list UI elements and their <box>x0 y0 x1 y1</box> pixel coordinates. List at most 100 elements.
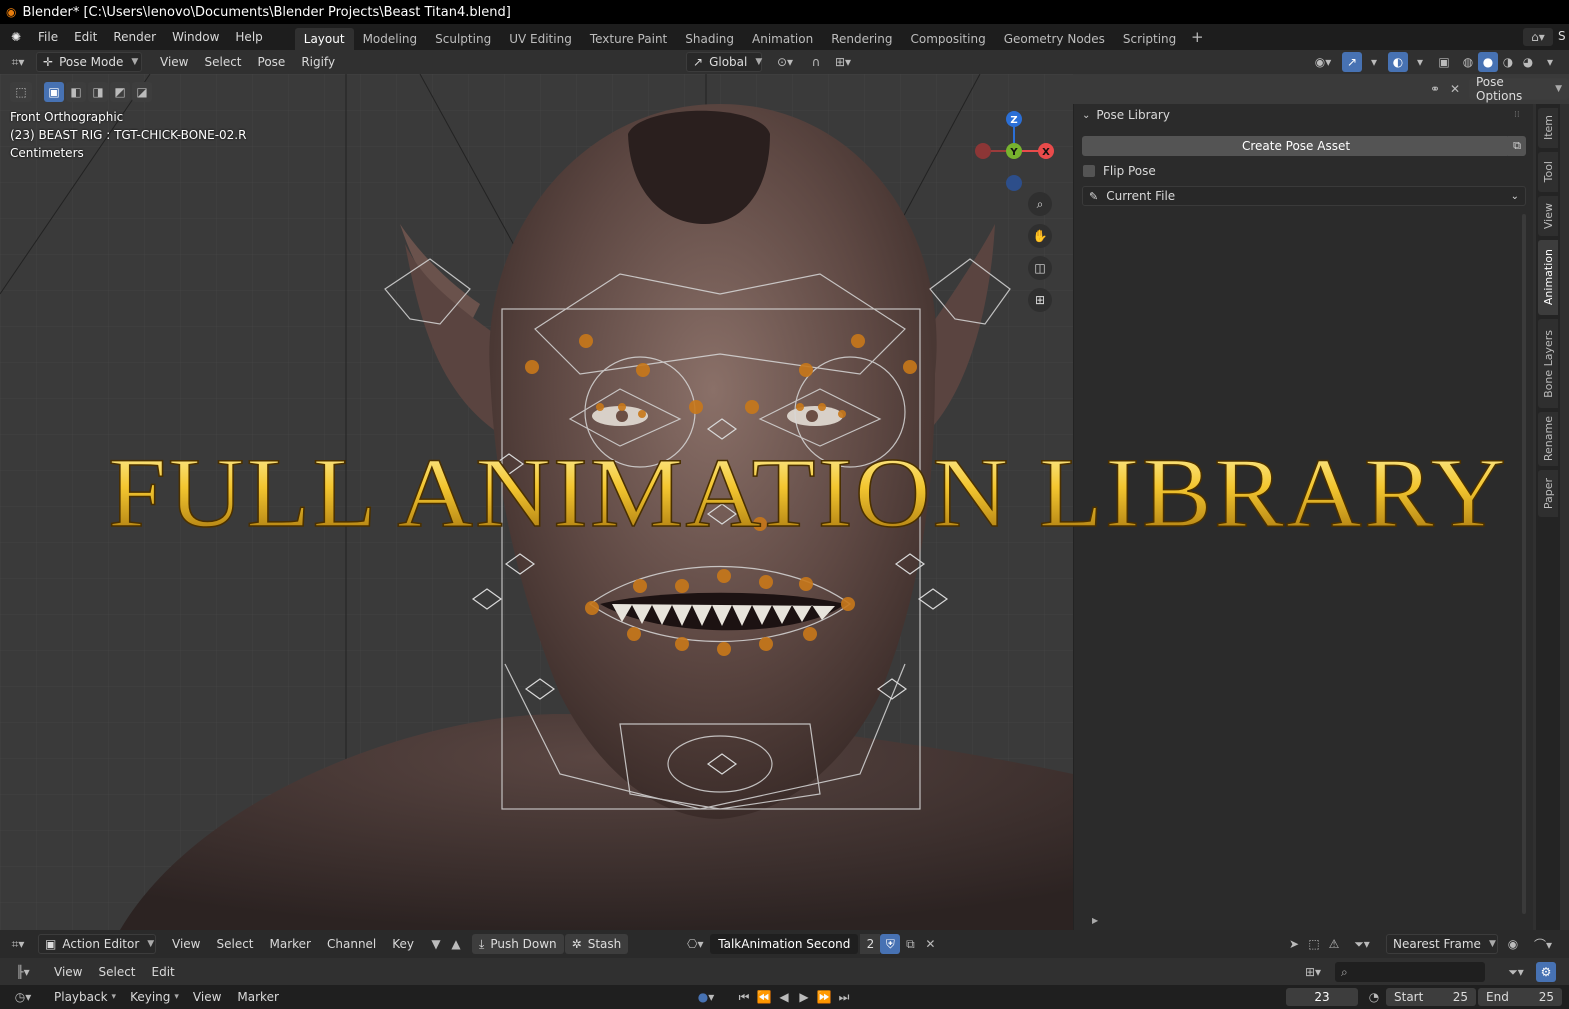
timeline-menu-keying[interactable]: Keying <box>122 990 178 1004</box>
solid-shading-icon[interactable]: ● <box>1478 52 1498 72</box>
filter-icon[interactable]: ⏷▾ <box>1346 934 1378 954</box>
timeline-menu-view[interactable]: View <box>185 990 229 1004</box>
tab-scripting[interactable]: Scripting <box>1114 28 1185 50</box>
sidebar-tab-bone-layers[interactable]: Bone Layers <box>1538 319 1558 408</box>
falloff-icon[interactable]: ⌒▾ <box>1525 934 1561 954</box>
select-invert-icon[interactable]: ◩ <box>110 82 130 102</box>
action-name-field[interactable]: TalkAnimation Second <box>710 934 859 954</box>
sidebar-tab-tool[interactable]: Tool <box>1538 152 1558 192</box>
rendered-shading-icon[interactable]: ◕ <box>1518 52 1538 72</box>
tab-geometry-nodes[interactable]: Geometry Nodes <box>995 28 1114 50</box>
unlink-action-icon[interactable]: ✕ <box>920 934 940 954</box>
sidebar-tab-paper[interactable]: Paper <box>1538 470 1558 517</box>
stash-button[interactable]: ✲ Stash <box>564 934 629 954</box>
filter-icon[interactable]: ⏷▾ <box>1500 962 1532 982</box>
bone-relationship-icon[interactable]: ⚭ <box>1425 79 1445 99</box>
mode-dropdown[interactable]: ✛ Pose Mode ▼ <box>36 52 142 72</box>
view-mode-icon[interactable]: ⊞▾ <box>1298 962 1328 982</box>
timeline-menu-playback[interactable]: Playback <box>46 990 116 1004</box>
action-menu-marker[interactable]: Marker <box>262 937 319 951</box>
jump-end-icon[interactable]: ⏭ <box>834 987 854 1007</box>
record-keyframe-icon[interactable]: ● ▾ <box>688 987 724 1007</box>
select-new-icon[interactable]: ▣ <box>44 82 64 102</box>
preview-range-clock-icon[interactable]: ◔ <box>1364 987 1384 1007</box>
keyframe-up-icon[interactable]: ▲ <box>446 934 466 954</box>
editor-type-icon[interactable]: ⌗▾ <box>8 934 28 954</box>
sidebar-tab-rename[interactable]: Rename <box>1538 412 1558 466</box>
push-down-button[interactable]: ⤓ Push Down <box>472 934 564 954</box>
overlays-toggle-icon[interactable]: ◐ <box>1388 52 1408 72</box>
snap-icon[interactable]: ∩ <box>806 52 826 72</box>
current-frame-field[interactable]: 23 <box>1286 988 1358 1006</box>
sidebar-tab-view[interactable]: View <box>1538 196 1558 236</box>
add-workspace-icon[interactable]: + <box>1187 27 1207 47</box>
viewport-menu-select[interactable]: Select <box>196 55 249 69</box>
tab-layout[interactable]: Layout <box>294 28 354 50</box>
dopesheet-mode-dropdown[interactable]: ▣ Action Editor ▼ <box>38 934 156 954</box>
graph-menu-select[interactable]: Select <box>90 965 143 979</box>
snap-target-icon[interactable]: ⊞▾ <box>828 52 858 72</box>
zoom-icon[interactable]: ⌕ <box>1028 192 1052 216</box>
viewport-menu-rigify[interactable]: Rigify <box>293 55 343 69</box>
play-reverse-icon[interactable]: ◀ <box>774 987 794 1007</box>
tab-sculpting[interactable]: Sculpting <box>426 28 500 50</box>
tab-animation[interactable]: Animation <box>743 28 822 50</box>
graph-menu-view[interactable]: View <box>46 965 90 979</box>
search-input[interactable]: ⌕ <box>1335 962 1485 982</box>
menu-file[interactable]: File <box>30 30 66 44</box>
editor-type-icon[interactable]: ◷▾ <box>8 987 38 1007</box>
pan-hand-icon[interactable]: ✋ <box>1028 224 1052 248</box>
gizmo-toggle-icon[interactable]: ↗ <box>1342 52 1362 72</box>
viewport-menu-pose[interactable]: Pose <box>250 55 294 69</box>
tab-modeling[interactable]: Modeling <box>354 28 427 50</box>
menu-window[interactable]: Window <box>164 30 227 44</box>
timeline-menu-marker[interactable]: Marker <box>229 990 286 1004</box>
panel-header[interactable]: ⌄ Pose Library <box>1082 108 1170 122</box>
scrollbar[interactable] <box>1522 214 1526 914</box>
editor-type-icon[interactable]: ⌗▾ <box>8 52 28 72</box>
settings-gear-icon[interactable]: ⚙ <box>1536 962 1556 982</box>
tab-uv-editing[interactable]: UV Editing <box>500 28 581 50</box>
pivot-point-icon[interactable]: ⊙▾ <box>770 52 800 72</box>
select-tool-icon[interactable]: ⬚ <box>10 82 32 102</box>
snapping-dropdown[interactable]: Nearest Frame ▼ <box>1386 934 1498 954</box>
tab-shading[interactable]: Shading <box>676 28 743 50</box>
orientation-dropdown[interactable]: ↗ Global ▼ <box>686 52 762 72</box>
keyframe-down-icon[interactable]: ▼ <box>426 934 446 954</box>
jump-keyframe-forward-icon[interactable]: ⏩ <box>814 987 834 1007</box>
wireframe-shading-icon[interactable]: ◍ <box>1458 52 1478 72</box>
jump-start-icon[interactable]: ⏮ <box>734 987 754 1007</box>
grid-icon[interactable]: ⊞ <box>1028 288 1052 312</box>
play-icon[interactable]: ▶ <box>794 987 814 1007</box>
action-menu-key[interactable]: Key <box>384 937 422 951</box>
editor-type-icon[interactable]: ╟▾ <box>8 962 38 982</box>
action-menu-view[interactable]: View <box>164 937 208 951</box>
pose-options-dropdown[interactable]: Pose Options ▼ <box>1469 75 1569 103</box>
menu-edit[interactable]: Edit <box>66 30 105 44</box>
action-menu-channel[interactable]: Channel <box>319 937 384 951</box>
menu-render[interactable]: Render <box>105 30 164 44</box>
sidebar-tab-animation[interactable]: Animation <box>1538 240 1558 315</box>
select-extend-icon[interactable]: ◧ <box>66 82 86 102</box>
drag-handle-icon[interactable]: ⁞⁞ <box>1514 110 1520 120</box>
fake-user-shield-icon[interactable]: ⛨ <box>880 934 901 954</box>
action-browse-icon[interactable]: ⎔▾ <box>680 934 710 954</box>
tab-compositing[interactable]: Compositing <box>901 28 994 50</box>
flip-pose-checkbox[interactable] <box>1083 165 1095 177</box>
scene-selector-icon[interactable]: ⌂▾ <box>1523 28 1553 46</box>
camera-icon[interactable]: ◫ <box>1028 256 1052 280</box>
expand-arrow-icon[interactable]: ▶ <box>1092 916 1098 925</box>
xray-toggle-icon[interactable]: ▣ <box>1434 52 1454 72</box>
duplicate-action-icon[interactable]: ⧉ <box>900 934 920 954</box>
pose-from-selection-icon[interactable]: ⧉ <box>1508 136 1526 156</box>
tab-texture-paint[interactable]: Texture Paint <box>581 28 676 50</box>
3d-viewport[interactable]: BEAST_EYEMASK…BEAST_EYEMASK…BEAST_EYEMAS… <box>0 74 1073 930</box>
mirror-x-icon[interactable]: ✕ <box>1445 79 1465 99</box>
blender-menu-icon[interactable]: ✺ <box>6 27 26 47</box>
start-frame-field[interactable]: Start 25 <box>1386 988 1476 1006</box>
sidebar-tab-item[interactable]: Item <box>1538 108 1558 148</box>
create-pose-asset-button[interactable]: Create Pose Asset <box>1082 136 1510 156</box>
tab-rendering[interactable]: Rendering <box>822 28 901 50</box>
viewport-menu-view[interactable]: View <box>152 55 196 69</box>
only-selected-icon[interactable]: ➤ <box>1284 934 1304 954</box>
